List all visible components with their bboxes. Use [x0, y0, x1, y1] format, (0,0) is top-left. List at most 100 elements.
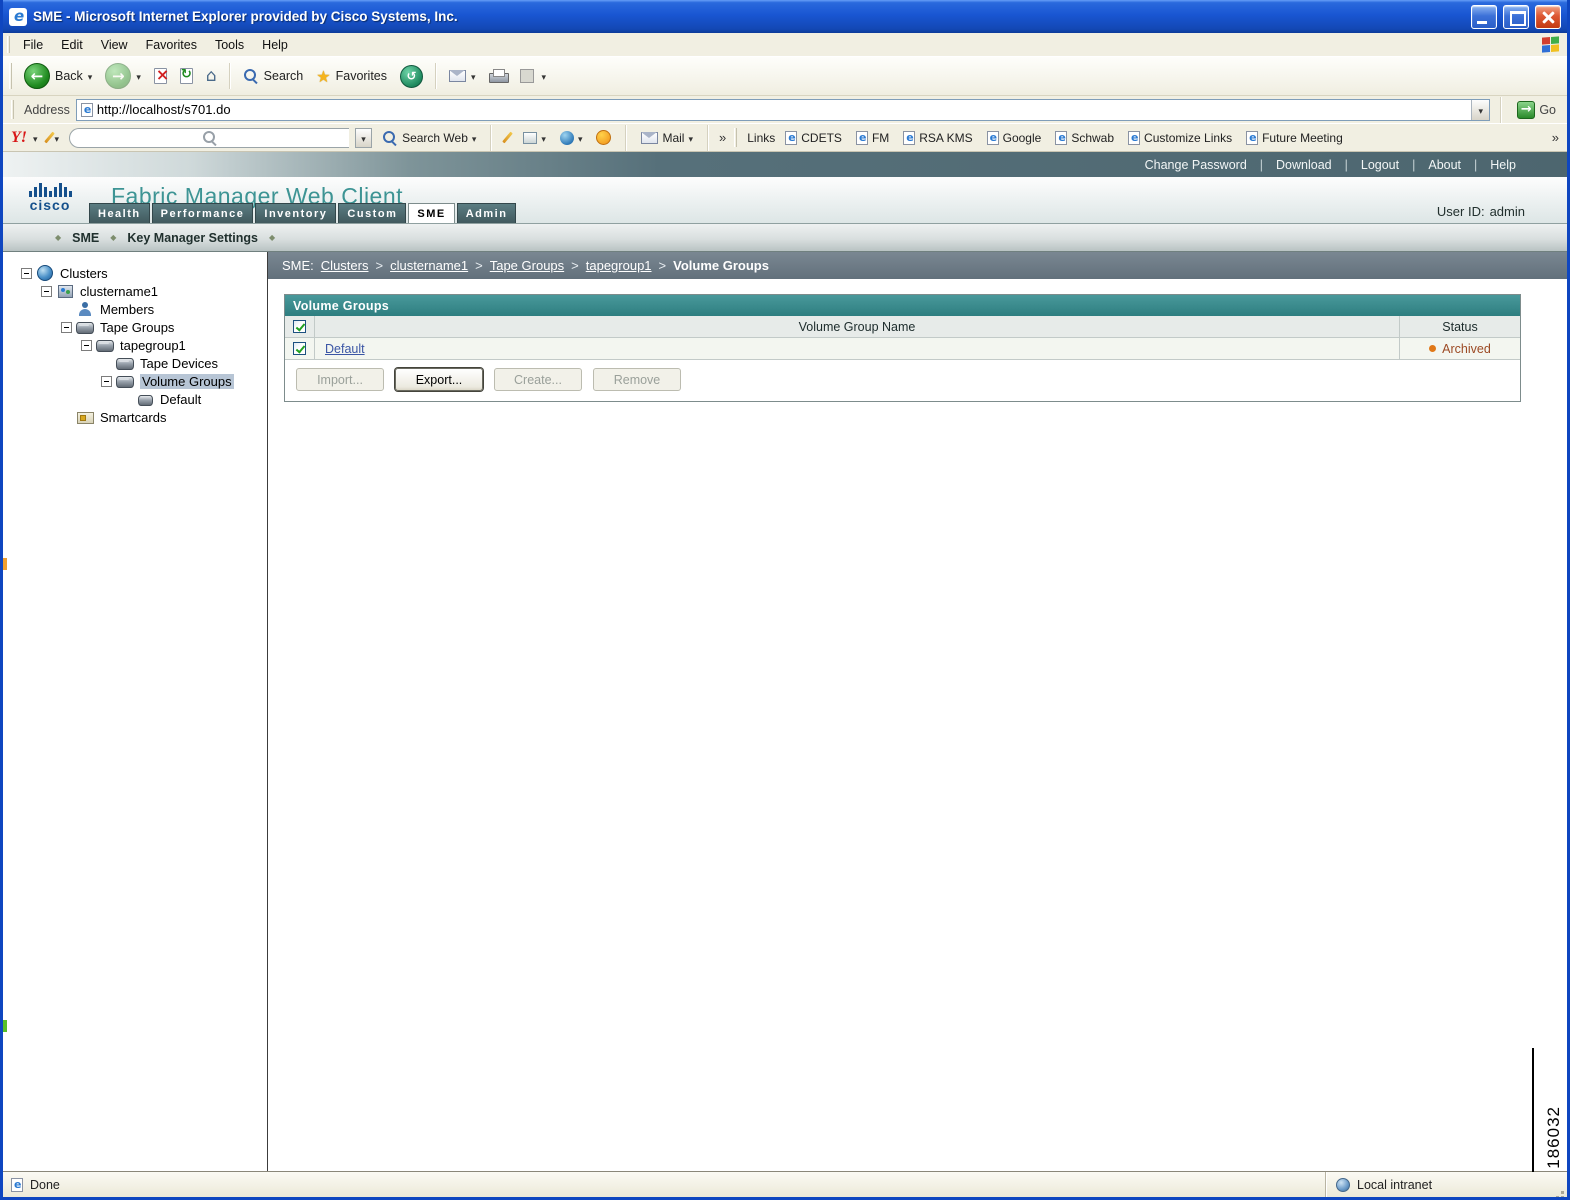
tree-item-tape-devices[interactable]: Tape Devices — [3, 354, 267, 372]
tree-item-clusters[interactable]: Clusters — [3, 264, 267, 282]
subnav-sme[interactable]: SME — [72, 231, 99, 245]
print-button[interactable] — [484, 66, 512, 86]
breadcrumb-tapegroup1-link[interactable]: tapegroup1 — [586, 258, 652, 273]
yahoo-edit-button[interactable] — [502, 129, 514, 146]
tab-admin[interactable]: Admin — [456, 203, 517, 223]
tree-item-default[interactable]: Default — [3, 390, 267, 408]
tab-performance[interactable]: Performance — [151, 203, 254, 223]
link-google[interactable]: Google — [983, 130, 1046, 145]
export-button[interactable]: Export... — [395, 368, 483, 391]
grid-icon — [523, 131, 538, 144]
user-id-label: User ID: — [1436, 204, 1485, 219]
default-volume-group-link[interactable]: Default — [325, 342, 365, 356]
download-link[interactable]: Download — [1263, 158, 1345, 172]
address-dropdown-button[interactable] — [1471, 99, 1490, 120]
tab-custom[interactable]: Custom — [338, 203, 407, 223]
toolbar-grip[interactable] — [7, 36, 10, 53]
breadcrumb-separator: > — [658, 258, 667, 273]
diamond-icon — [269, 231, 275, 245]
menu-help[interactable]: Help — [253, 35, 297, 55]
tab-inventory[interactable]: Inventory — [255, 203, 337, 223]
link-schwab[interactable]: Schwab — [1051, 130, 1118, 145]
chevron-more-icon[interactable]: » — [719, 130, 726, 145]
tab-sme[interactable]: SME — [408, 203, 455, 223]
yahoo-menu-dropdown-icon[interactable] — [33, 131, 38, 145]
menu-tools[interactable]: Tools — [206, 35, 253, 55]
back-button[interactable]: Back — [19, 60, 97, 92]
tree-item-tape-groups[interactable]: Tape Groups — [3, 318, 267, 336]
collapse-icon[interactable] — [81, 339, 92, 351]
yahoo-mail-label: Mail — [662, 130, 685, 145]
menu-edit[interactable]: Edit — [52, 35, 92, 55]
mail-button[interactable] — [444, 66, 481, 86]
link-future-meeting[interactable]: Future Meeting — [1242, 130, 1347, 145]
tree-item-smartcards[interactable]: Smartcards — [3, 408, 267, 426]
toolbar-grip[interactable] — [11, 100, 14, 119]
remove-button: Remove — [593, 368, 681, 391]
help-link[interactable]: Help — [1477, 158, 1529, 172]
mail-icon — [641, 131, 659, 144]
link-fm[interactable]: FM — [852, 130, 893, 145]
link-customize-links[interactable]: Customize Links — [1124, 130, 1236, 145]
yahoo-web-button[interactable] — [556, 129, 587, 147]
collapse-icon[interactable] — [61, 321, 72, 333]
collapse-icon[interactable] — [101, 375, 112, 387]
select-all-cell — [285, 316, 315, 338]
link-cdets[interactable]: CDETS — [781, 130, 846, 145]
breadcrumb-clusters-link[interactable]: Clusters — [321, 258, 369, 273]
cisco-brand-text: cisco — [29, 197, 71, 213]
select-all-checkbox[interactable] — [293, 320, 306, 333]
address-input[interactable] — [96, 102, 1468, 117]
tree-item-tapegroup1[interactable]: tapegroup1 — [3, 336, 267, 354]
forward-dropdown-icon — [136, 69, 141, 83]
about-link[interactable]: About — [1415, 158, 1474, 172]
clusters-globe-icon — [36, 265, 56, 281]
row-checkbox[interactable] — [293, 342, 306, 355]
edge-mark — [3, 558, 7, 570]
collapse-icon[interactable] — [21, 267, 32, 279]
subnav-key-manager-settings[interactable]: Key Manager Settings — [127, 231, 258, 245]
collapse-icon[interactable] — [41, 285, 52, 297]
edit-button[interactable] — [515, 66, 539, 86]
menu-view[interactable]: View — [92, 35, 137, 55]
search-button[interactable]: Search — [238, 65, 309, 87]
links-grip[interactable] — [734, 128, 738, 147]
tree-item-label: Smartcards — [100, 409, 167, 425]
pencil-icon — [43, 131, 55, 144]
favorites-button[interactable]: Favorites — [311, 64, 392, 89]
forward-button[interactable] — [100, 60, 146, 92]
yahoo-logo[interactable]: Y! — [11, 129, 27, 147]
yahoo-search-dropdown-button[interactable] — [355, 127, 373, 148]
breadcrumb-clustername1-link[interactable]: clustername1 — [390, 258, 468, 273]
minimize-button[interactable] — [1471, 4, 1497, 29]
close-button[interactable] — [1535, 4, 1561, 29]
tab-health[interactable]: Health — [89, 203, 150, 223]
tree-item-clustername1[interactable]: clustername1 — [3, 282, 267, 300]
change-password-link[interactable]: Change Password — [1132, 158, 1260, 172]
yahoo-mail-button[interactable]: Mail — [637, 129, 697, 147]
menu-file[interactable]: File — [14, 35, 52, 55]
search-web-button[interactable]: Search Web — [378, 128, 480, 148]
refresh-button[interactable] — [175, 65, 198, 87]
yahoo-pencil-button[interactable] — [43, 129, 64, 147]
tree-item-members[interactable]: Members — [3, 300, 267, 318]
restore-button[interactable] — [1503, 4, 1529, 29]
status-bar: Done Local intranet — [3, 1171, 1567, 1197]
go-button[interactable]: Go — [1512, 99, 1561, 121]
toolbar-grip[interactable] — [9, 62, 12, 90]
yahoo-messenger-button[interactable] — [592, 128, 615, 147]
tree-item-label: Tape Groups — [100, 319, 175, 335]
chevron-more-icon[interactable]: » — [1552, 130, 1559, 145]
breadcrumb-tape-groups-link[interactable]: Tape Groups — [490, 258, 564, 273]
tree-item-volume-groups[interactable]: Volume Groups — [3, 372, 267, 390]
resize-grip[interactable] — [1553, 1172, 1567, 1197]
home-button[interactable] — [201, 63, 222, 89]
link-rsa-kms[interactable]: RSA KMS — [899, 130, 976, 145]
yahoo-bookmarks-button[interactable] — [519, 129, 550, 147]
menu-favorites[interactable]: Favorites — [137, 35, 206, 55]
history-button[interactable] — [395, 62, 428, 91]
logout-link[interactable]: Logout — [1348, 158, 1412, 172]
yahoo-search-input[interactable] — [69, 127, 350, 148]
toolbar-more-icon[interactable] — [542, 69, 547, 83]
stop-button[interactable] — [149, 65, 172, 87]
